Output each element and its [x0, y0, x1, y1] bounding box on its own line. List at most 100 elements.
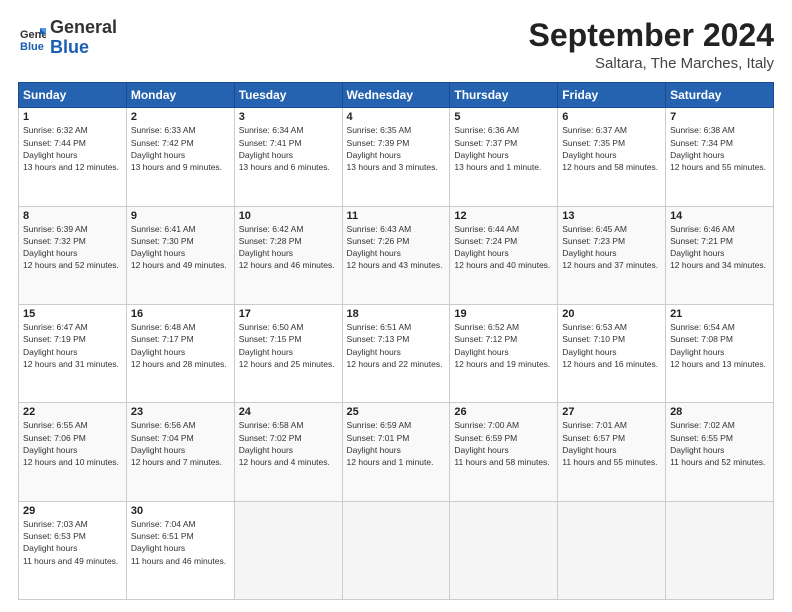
- day-info: Sunrise: 6:35 AM Sunset: 7:39 PM Dayligh…: [347, 124, 446, 173]
- day-info: Sunrise: 6:58 AM Sunset: 7:02 PM Dayligh…: [239, 419, 338, 468]
- page: General Blue General Blue September 2024…: [0, 0, 792, 612]
- calendar-cell-3-6: 20 Sunrise: 6:53 AM Sunset: 7:10 PM Dayl…: [558, 304, 666, 402]
- day-info: Sunrise: 6:52 AM Sunset: 7:12 PM Dayligh…: [454, 321, 553, 370]
- day-number: 8: [23, 210, 122, 222]
- calendar-cell-1-7: 7 Sunrise: 6:38 AM Sunset: 7:34 PM Dayli…: [666, 108, 774, 206]
- day-info: Sunrise: 6:39 AM Sunset: 7:32 PM Dayligh…: [23, 223, 122, 272]
- day-number: 23: [131, 406, 230, 418]
- day-number: 11: [347, 210, 446, 222]
- calendar-cell-4-3: 24 Sunrise: 6:58 AM Sunset: 7:02 PM Dayl…: [234, 403, 342, 501]
- day-info: Sunrise: 7:03 AM Sunset: 6:53 PM Dayligh…: [23, 518, 122, 567]
- calendar-header-row: Sunday Monday Tuesday Wednesday Thursday…: [19, 83, 774, 108]
- day-info: Sunrise: 7:00 AM Sunset: 6:59 PM Dayligh…: [454, 419, 553, 468]
- col-wednesday: Wednesday: [342, 83, 450, 108]
- day-info: Sunrise: 6:46 AM Sunset: 7:21 PM Dayligh…: [670, 223, 769, 272]
- day-number: 7: [670, 111, 769, 123]
- calendar-cell-3-1: 15 Sunrise: 6:47 AM Sunset: 7:19 PM Dayl…: [19, 304, 127, 402]
- col-sunday: Sunday: [19, 83, 127, 108]
- calendar-cell-2-2: 9 Sunrise: 6:41 AM Sunset: 7:30 PM Dayli…: [126, 206, 234, 304]
- day-number: 27: [562, 406, 661, 418]
- day-info: Sunrise: 6:41 AM Sunset: 7:30 PM Dayligh…: [131, 223, 230, 272]
- calendar-cell-2-5: 12 Sunrise: 6:44 AM Sunset: 7:24 PM Dayl…: [450, 206, 558, 304]
- logo-line1: General: [50, 18, 117, 38]
- calendar-cell-2-4: 11 Sunrise: 6:43 AM Sunset: 7:26 PM Dayl…: [342, 206, 450, 304]
- day-number: 28: [670, 406, 769, 418]
- day-number: 3: [239, 111, 338, 123]
- logo-text: General Blue: [50, 18, 117, 58]
- calendar-week-4: 22 Sunrise: 6:55 AM Sunset: 7:06 PM Dayl…: [19, 403, 774, 501]
- svg-text:Blue: Blue: [20, 41, 44, 52]
- day-number: 6: [562, 111, 661, 123]
- day-info: Sunrise: 6:51 AM Sunset: 7:13 PM Dayligh…: [347, 321, 446, 370]
- day-number: 18: [347, 308, 446, 320]
- day-number: 13: [562, 210, 661, 222]
- logo-icon: General Blue: [18, 24, 46, 52]
- day-number: 30: [131, 505, 230, 517]
- day-number: 14: [670, 210, 769, 222]
- day-info: Sunrise: 6:56 AM Sunset: 7:04 PM Dayligh…: [131, 419, 230, 468]
- day-info: Sunrise: 6:44 AM Sunset: 7:24 PM Dayligh…: [454, 223, 553, 272]
- month-title: September 2024: [529, 18, 774, 53]
- day-info: Sunrise: 6:53 AM Sunset: 7:10 PM Dayligh…: [562, 321, 661, 370]
- day-number: 21: [670, 308, 769, 320]
- location: Saltara, The Marches, Italy: [529, 55, 774, 72]
- calendar-cell-5-1: 29 Sunrise: 7:03 AM Sunset: 6:53 PM Dayl…: [19, 501, 127, 599]
- day-number: 26: [454, 406, 553, 418]
- logo-line2: Blue: [50, 38, 117, 58]
- day-info: Sunrise: 6:36 AM Sunset: 7:37 PM Dayligh…: [454, 124, 553, 173]
- day-number: 5: [454, 111, 553, 123]
- col-saturday: Saturday: [666, 83, 774, 108]
- header: General Blue General Blue September 2024…: [18, 18, 774, 72]
- day-info: Sunrise: 6:38 AM Sunset: 7:34 PM Dayligh…: [670, 124, 769, 173]
- calendar-cell-4-6: 27 Sunrise: 7:01 AM Sunset: 6:57 PM Dayl…: [558, 403, 666, 501]
- day-info: Sunrise: 7:04 AM Sunset: 6:51 PM Dayligh…: [131, 518, 230, 567]
- day-info: Sunrise: 6:47 AM Sunset: 7:19 PM Dayligh…: [23, 321, 122, 370]
- col-thursday: Thursday: [450, 83, 558, 108]
- calendar-cell-4-4: 25 Sunrise: 6:59 AM Sunset: 7:01 PM Dayl…: [342, 403, 450, 501]
- day-info: Sunrise: 7:02 AM Sunset: 6:55 PM Dayligh…: [670, 419, 769, 468]
- day-info: Sunrise: 6:54 AM Sunset: 7:08 PM Dayligh…: [670, 321, 769, 370]
- day-number: 22: [23, 406, 122, 418]
- col-friday: Friday: [558, 83, 666, 108]
- day-info: Sunrise: 6:55 AM Sunset: 7:06 PM Dayligh…: [23, 419, 122, 468]
- calendar-cell-4-5: 26 Sunrise: 7:00 AM Sunset: 6:59 PM Dayl…: [450, 403, 558, 501]
- day-number: 15: [23, 308, 122, 320]
- day-number: 12: [454, 210, 553, 222]
- calendar-cell-2-1: 8 Sunrise: 6:39 AM Sunset: 7:32 PM Dayli…: [19, 206, 127, 304]
- calendar-cell-5-2: 30 Sunrise: 7:04 AM Sunset: 6:51 PM Dayl…: [126, 501, 234, 599]
- day-info: Sunrise: 6:33 AM Sunset: 7:42 PM Dayligh…: [131, 124, 230, 173]
- calendar-week-5: 29 Sunrise: 7:03 AM Sunset: 6:53 PM Dayl…: [19, 501, 774, 599]
- calendar-cell-1-5: 5 Sunrise: 6:36 AM Sunset: 7:37 PM Dayli…: [450, 108, 558, 206]
- day-number: 19: [454, 308, 553, 320]
- calendar-body: 1 Sunrise: 6:32 AM Sunset: 7:44 PM Dayli…: [19, 108, 774, 600]
- calendar-table: Sunday Monday Tuesday Wednesday Thursday…: [18, 82, 774, 600]
- day-number: 20: [562, 308, 661, 320]
- calendar-cell-5-4: [342, 501, 450, 599]
- calendar-cell-4-1: 22 Sunrise: 6:55 AM Sunset: 7:06 PM Dayl…: [19, 403, 127, 501]
- calendar-cell-3-3: 17 Sunrise: 6:50 AM Sunset: 7:15 PM Dayl…: [234, 304, 342, 402]
- title-block: September 2024 Saltara, The Marches, Ita…: [529, 18, 774, 72]
- calendar-cell-3-5: 19 Sunrise: 6:52 AM Sunset: 7:12 PM Dayl…: [450, 304, 558, 402]
- calendar-cell-1-1: 1 Sunrise: 6:32 AM Sunset: 7:44 PM Dayli…: [19, 108, 127, 206]
- calendar-cell-1-6: 6 Sunrise: 6:37 AM Sunset: 7:35 PM Dayli…: [558, 108, 666, 206]
- calendar-cell-3-4: 18 Sunrise: 6:51 AM Sunset: 7:13 PM Dayl…: [342, 304, 450, 402]
- day-number: 29: [23, 505, 122, 517]
- calendar-cell-5-5: [450, 501, 558, 599]
- calendar-cell-4-2: 23 Sunrise: 6:56 AM Sunset: 7:04 PM Dayl…: [126, 403, 234, 501]
- calendar-week-2: 8 Sunrise: 6:39 AM Sunset: 7:32 PM Dayli…: [19, 206, 774, 304]
- day-info: Sunrise: 6:37 AM Sunset: 7:35 PM Dayligh…: [562, 124, 661, 173]
- calendar-cell-1-3: 3 Sunrise: 6:34 AM Sunset: 7:41 PM Dayli…: [234, 108, 342, 206]
- day-number: 16: [131, 308, 230, 320]
- calendar-cell-2-7: 14 Sunrise: 6:46 AM Sunset: 7:21 PM Dayl…: [666, 206, 774, 304]
- day-number: 24: [239, 406, 338, 418]
- col-monday: Monday: [126, 83, 234, 108]
- logo: General Blue General Blue: [18, 18, 117, 58]
- calendar-cell-3-7: 21 Sunrise: 6:54 AM Sunset: 7:08 PM Dayl…: [666, 304, 774, 402]
- day-number: 4: [347, 111, 446, 123]
- day-info: Sunrise: 6:50 AM Sunset: 7:15 PM Dayligh…: [239, 321, 338, 370]
- day-info: Sunrise: 6:32 AM Sunset: 7:44 PM Dayligh…: [23, 124, 122, 173]
- day-number: 10: [239, 210, 338, 222]
- day-info: Sunrise: 6:59 AM Sunset: 7:01 PM Dayligh…: [347, 419, 446, 468]
- calendar-cell-4-7: 28 Sunrise: 7:02 AM Sunset: 6:55 PM Dayl…: [666, 403, 774, 501]
- col-tuesday: Tuesday: [234, 83, 342, 108]
